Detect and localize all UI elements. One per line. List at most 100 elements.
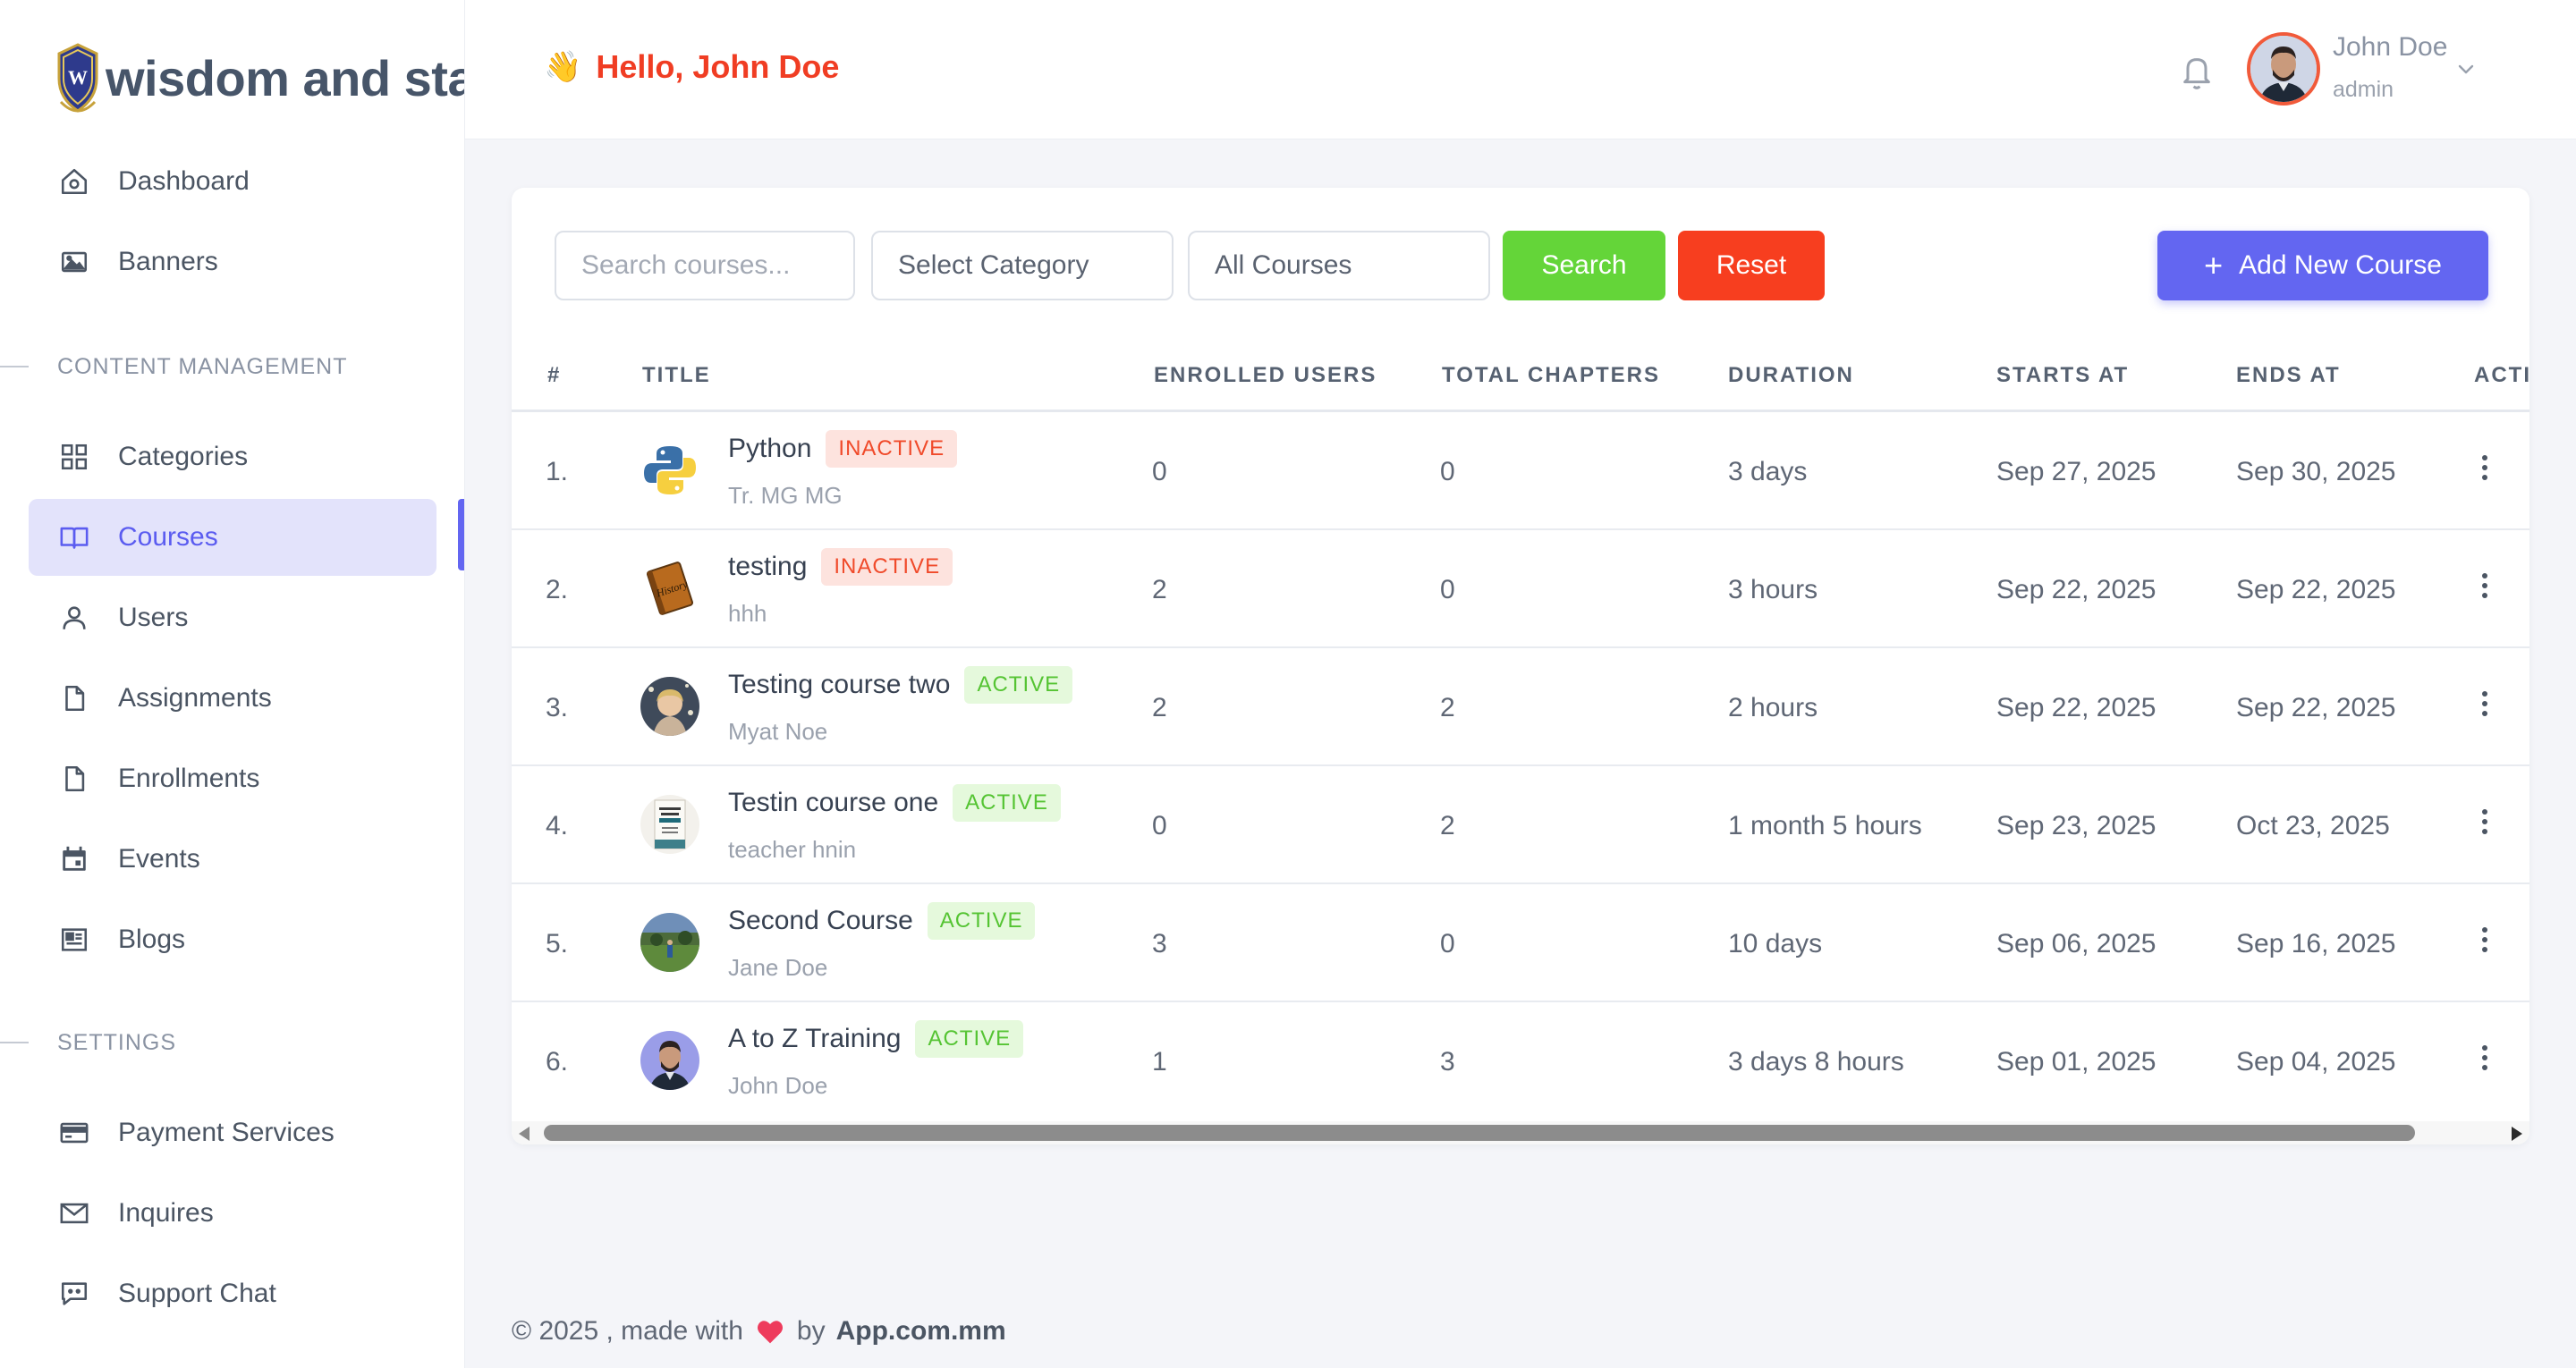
course-title[interactable]: A to Z Training — [728, 1024, 901, 1054]
sidebar-item-label: Courses — [118, 522, 218, 552]
svg-text:W: W — [68, 66, 88, 89]
more-actions-icon[interactable] — [2476, 455, 2494, 487]
course-thumbnail-history-book-icon: History — [640, 559, 699, 618]
course-thumbnail-landscape-icon — [640, 913, 699, 972]
sidebar-item-dashboard[interactable]: Dashboard — [29, 143, 436, 220]
category-select[interactable]: Select Category — [871, 231, 1174, 300]
course-title[interactable]: Testin course one — [728, 788, 938, 818]
sidebar-item-label: Payment Services — [118, 1118, 335, 1147]
avatar[interactable] — [2247, 32, 2320, 106]
divider — [0, 366, 29, 367]
column-header-enrolled-users: ENROLLED USERS — [1154, 363, 1377, 387]
sidebar-item-enrollments[interactable]: Enrollments — [29, 740, 436, 817]
row-number: 4. — [546, 811, 569, 840]
sidebar-item-events[interactable]: Events — [29, 821, 436, 898]
sidebar-item-label: Events — [118, 844, 200, 874]
more-actions-icon[interactable] — [2476, 1045, 2494, 1077]
ends-at: Sep 30, 2025 — [2236, 457, 2396, 486]
heart-icon — [757, 1321, 783, 1344]
footer-by: by — [796, 1316, 826, 1346]
sidebar-item-assignments[interactable]: Assignments — [29, 660, 436, 737]
section-title: SETTINGS — [57, 1029, 177, 1055]
sidebar-item-banners[interactable]: Banners — [29, 224, 436, 300]
ends-at: Oct 23, 2025 — [2236, 811, 2390, 840]
total-chapters: 2 — [1440, 693, 1455, 722]
footer-brand-link[interactable]: App.com.mm — [836, 1316, 1006, 1347]
column-header-actions: ACTI — [2474, 363, 2529, 387]
scroll-right-icon[interactable] — [2512, 1127, 2522, 1141]
chevron-down-icon[interactable] — [2456, 61, 2476, 77]
course-instructor: Tr. MG MG — [728, 482, 843, 509]
sidebar-item-categories[interactable]: Categories — [29, 418, 436, 495]
more-actions-icon[interactable] — [2476, 809, 2494, 841]
course-title[interactable]: Python — [728, 434, 811, 464]
sidebar-item-users[interactable]: Users — [29, 579, 436, 656]
status-badge: INACTIVE — [826, 430, 958, 468]
add-new-course-button[interactable]: + Add New Course — [2157, 231, 2488, 300]
course-title[interactable]: testing — [728, 552, 807, 582]
sidebar-item-payment-services[interactable]: Payment Services — [29, 1094, 436, 1171]
table-row: 6. A to Z Training ACTIVE John Doe 1 3 3… — [512, 1002, 2529, 1120]
row-number: 6. — [546, 1047, 569, 1077]
enrolled-users: 2 — [1152, 693, 1167, 722]
horizontal-scrollbar[interactable] — [512, 1121, 2529, 1144]
search-input[interactable] — [555, 231, 855, 300]
grid-icon — [57, 440, 91, 474]
more-actions-icon[interactable] — [2476, 927, 2494, 959]
status-badge: INACTIVE — [821, 548, 953, 586]
user-name[interactable]: John Doe — [2333, 32, 2447, 63]
starts-at: Sep 22, 2025 — [1996, 693, 2157, 722]
sidebar-item-support-chat[interactable]: Support Chat — [29, 1255, 436, 1332]
ends-at: Sep 16, 2025 — [2236, 929, 2396, 958]
course-title-line: Testing course two ACTIVE — [728, 666, 1073, 704]
column-header-duration: DURATION — [1728, 363, 1854, 387]
enrolled-users: 2 — [1152, 575, 1167, 604]
course-title[interactable]: Second Course — [728, 906, 913, 936]
ends-at: Sep 04, 2025 — [2236, 1047, 2396, 1077]
ends-at: Sep 22, 2025 — [2236, 575, 2396, 604]
sidebar-item-inquires[interactable]: Inquires — [29, 1175, 436, 1252]
brand[interactable]: W wisdom and sta — [54, 39, 465, 116]
sidebar-item-label: Blogs — [118, 925, 186, 954]
scroll-left-icon[interactable] — [519, 1127, 530, 1141]
column-header-title: TITLE — [642, 363, 711, 387]
total-chapters: 0 — [1440, 929, 1455, 958]
wave-icon: 👋 — [544, 50, 582, 84]
search-button[interactable]: Search — [1503, 231, 1665, 300]
status-badge: ACTIVE — [927, 902, 1036, 940]
duration: 3 days — [1728, 457, 1808, 486]
course-instructor: John Doe — [728, 1072, 828, 1099]
ends-at: Sep 22, 2025 — [2236, 693, 2396, 722]
course-title[interactable]: Testing course two — [728, 670, 950, 700]
status-badge: ACTIVE — [953, 784, 1061, 822]
reset-button[interactable]: Reset — [1678, 231, 1825, 300]
course-instructor: Myat Noe — [728, 718, 828, 745]
home-icon — [57, 165, 91, 198]
courses-select[interactable]: All Courses — [1188, 231, 1490, 300]
column-header-ends-at: ENDS AT — [2236, 363, 2341, 387]
enrolled-users: 0 — [1152, 457, 1167, 486]
sidebar: W wisdom and sta Dashboard Banners CONTE… — [0, 0, 465, 1368]
course-title-line: Python INACTIVE — [728, 430, 958, 468]
sidebar-item-courses[interactable]: Courses — [29, 499, 436, 576]
footer-copyright: © 2025 , made with — [512, 1316, 743, 1346]
duration: 10 days — [1728, 929, 1823, 958]
duration: 2 hours — [1728, 693, 1818, 722]
scrollbar-thumb[interactable] — [544, 1125, 2415, 1141]
enrolled-users: 0 — [1152, 811, 1167, 840]
sidebar-item-label: Assignments — [118, 683, 272, 713]
divider — [0, 1042, 29, 1043]
more-actions-icon[interactable] — [2476, 691, 2494, 723]
total-chapters: 3 — [1440, 1047, 1455, 1077]
sidebar-item-blogs[interactable]: Blogs — [29, 901, 436, 978]
brand-name: wisdom and sta — [106, 49, 465, 106]
more-actions-icon[interactable] — [2476, 573, 2494, 605]
sidebar-item-label: Dashboard — [118, 166, 250, 196]
course-thumbnail-portrait-icon — [640, 1031, 699, 1090]
total-chapters: 2 — [1440, 811, 1455, 840]
category-select-value: Select Category — [898, 250, 1089, 280]
section-label-settings: SETTINGS — [0, 1025, 176, 1060]
courses-card: Select Category All Courses Search Reset… — [512, 188, 2529, 1144]
duration: 1 month 5 hours — [1728, 811, 1922, 840]
bell-icon[interactable] — [2179, 52, 2215, 91]
